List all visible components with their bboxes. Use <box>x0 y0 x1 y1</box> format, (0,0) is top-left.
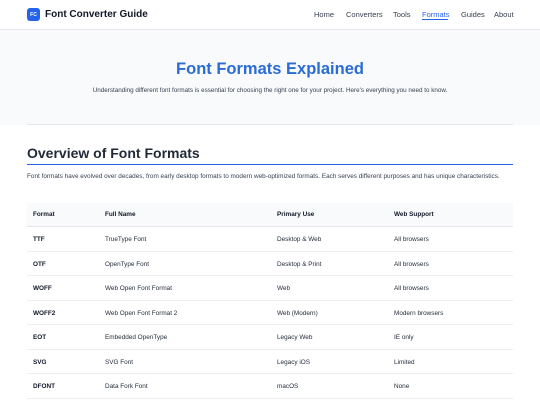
cell-web-support: None <box>394 383 410 390</box>
active-nav-indicator <box>422 19 448 20</box>
cell-full-name: TrueType Font <box>105 236 147 243</box>
cell-full-name: SVG Font <box>105 358 134 366</box>
cell-web-support: Modern browsers <box>394 309 444 317</box>
table-row: OTF OpenType Font Desktop & Print All br… <box>27 252 513 276</box>
nav-links: Home Converters Tools Formats Guides Abo… <box>0 10 540 24</box>
cell-full-name: Data Fork Font <box>105 383 148 390</box>
cell-primary-use: Legacy iOS <box>277 358 311 366</box>
column-header-primary-use: Primary Use <box>277 211 315 218</box>
cell-full-name: OpenType Font <box>105 260 150 268</box>
column-header-format: Format <box>33 211 55 218</box>
table-row: WOFF Web Open Font Format Web All browse… <box>27 276 513 301</box>
table-row: DFONT Data Fork Font macOS None <box>27 374 513 399</box>
table-row: WOFF2 Web Open Font Format 2 Web (Modern… <box>27 301 513 325</box>
cell-primary-use: macOS <box>277 383 299 390</box>
cell-format: TTF <box>33 236 45 243</box>
cell-format: WOFF2 <box>33 309 56 317</box>
cell-format: DFONT <box>33 383 56 390</box>
section-description: Font formats have evolved over decades, … <box>27 173 500 180</box>
nav-link-converters[interactable]: Converters <box>346 10 383 20</box>
column-header-web-support: Web Support <box>394 211 434 218</box>
nav-link-home[interactable]: Home <box>314 10 334 20</box>
page-subtitle: Understanding different font formats is … <box>92 87 448 94</box>
cell-web-support: All browsers <box>394 285 429 292</box>
nav-link-tools[interactable]: Tools <box>393 10 411 20</box>
font-formats-table: Format Full Name Primary Use Web Support… <box>27 203 513 399</box>
cell-full-name: Web Open Font Format <box>105 285 173 292</box>
cell-format: WOFF <box>33 285 52 292</box>
table-header: Format Full Name Primary Use Web Support <box>27 203 513 227</box>
table-row: SVG SVG Font Legacy iOS Limited <box>27 350 513 374</box>
cell-primary-use: Desktop & Print <box>277 260 322 268</box>
cell-primary-use: Web <box>277 285 291 292</box>
cell-web-support: Limited <box>394 358 415 366</box>
cell-full-name: Web Open Font Format 2 <box>105 309 178 317</box>
table-row: TTF TrueType Font Desktop & Web All brow… <box>27 227 513 252</box>
section-title: Overview of Font Formats <box>27 145 200 161</box>
nav-link-about[interactable]: About <box>494 10 514 20</box>
section-title-rule <box>27 164 513 165</box>
cell-format: OTF <box>33 260 46 268</box>
top-navbar: FC Font Converter Guide Home Converters … <box>0 0 540 30</box>
cell-primary-use: Legacy Web <box>277 334 313 341</box>
cell-web-support: All browsers <box>394 260 429 268</box>
cell-full-name: Embedded OpenType <box>105 334 168 341</box>
cell-format: SVG <box>33 358 47 366</box>
page-title: Font Formats Explained <box>176 60 364 78</box>
cell-web-support: IE only <box>394 334 414 341</box>
cell-primary-use: Web (Modern) <box>277 309 318 317</box>
section-divider <box>27 124 513 125</box>
column-header-full-name: Full Name <box>105 211 136 218</box>
cell-web-support: All browsers <box>394 236 429 243</box>
cell-format: EOT <box>33 334 47 341</box>
cell-primary-use: Desktop & Web <box>277 236 322 243</box>
nav-link-guides[interactable]: Guides <box>461 10 485 20</box>
table-row: EOT Embedded OpenType Legacy Web IE only <box>27 325 513 350</box>
